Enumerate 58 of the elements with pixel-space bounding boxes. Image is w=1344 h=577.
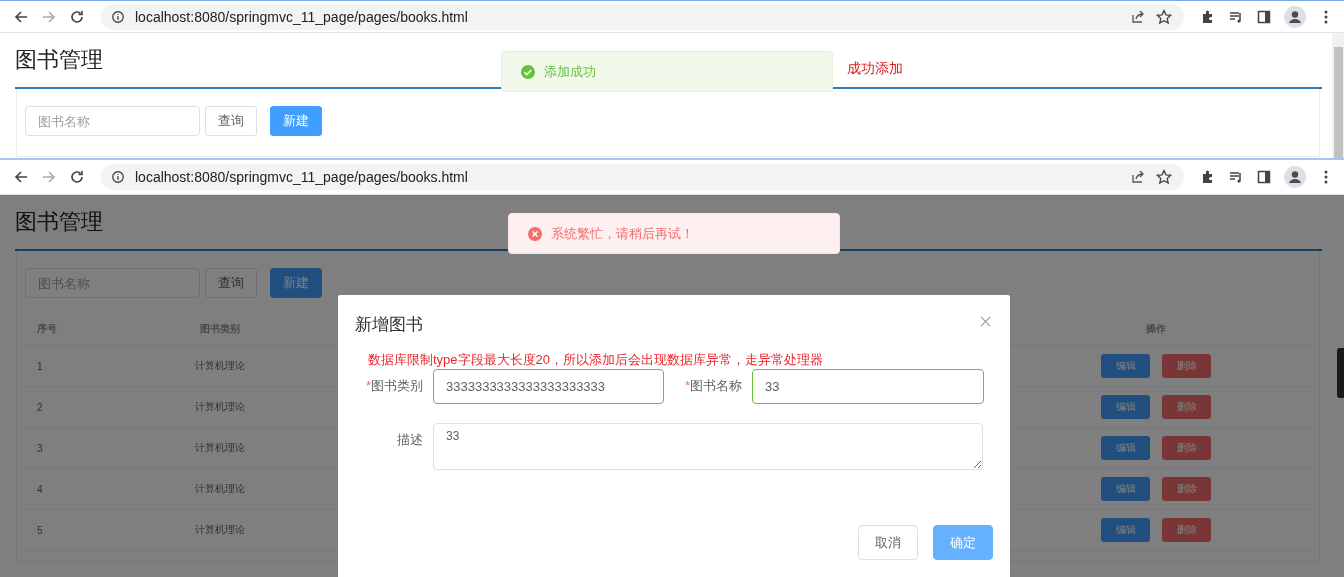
reload-icon[interactable] bbox=[69, 8, 85, 25]
side-panel-icon[interactable] bbox=[1256, 169, 1272, 185]
star-icon[interactable] bbox=[1156, 169, 1172, 185]
message-text: 添加成功 bbox=[544, 62, 596, 81]
check-circle-icon bbox=[520, 63, 536, 80]
message-text: 系统繁忙，请稍后再试！ bbox=[551, 224, 694, 243]
edit-button[interactable]: 编辑 bbox=[1101, 518, 1150, 542]
field-label: 描述 bbox=[396, 431, 424, 449]
table-cell-text: 2 bbox=[36, 401, 44, 413]
edit-button[interactable]: 编辑 bbox=[1101, 395, 1150, 419]
profile-avatar-icon[interactable] bbox=[1284, 5, 1306, 28]
back-icon[interactable] bbox=[13, 8, 29, 25]
media-list-icon[interactable] bbox=[1228, 169, 1244, 185]
note-text: 数据库限制type字段最大长度20，所以添加后会出现数据库异常，走异常处理器 bbox=[367, 351, 825, 369]
search-field[interactable]: 图书名称 bbox=[25, 106, 200, 136]
field-label: *图书名称 bbox=[683, 377, 743, 395]
back-icon[interactable] bbox=[13, 169, 29, 185]
confirm-button[interactable]: 确定 bbox=[933, 525, 993, 560]
address-bar[interactable]: localhost:8080/springmvc_11_page/pages/books.html bbox=[101, 164, 1184, 190]
reload-icon[interactable] bbox=[69, 169, 85, 185]
table-cell-text: 计算机理论 bbox=[194, 523, 246, 537]
url-text: localhost:8080/springmvc_11_page/pages/books.html bbox=[135, 169, 468, 185]
page-title: 图书管理 bbox=[15, 46, 103, 74]
new-button[interactable]: 新建 bbox=[270, 268, 322, 298]
annotation-text: 成功添加 bbox=[847, 60, 903, 78]
address-bar[interactable]: localhost:8080/springmvc_11_page/pages/books.html bbox=[101, 3, 1184, 30]
text-field[interactable]: 3333333333333333333333 bbox=[433, 369, 664, 404]
text-field[interactable]: 33 bbox=[752, 369, 984, 404]
info-icon bbox=[111, 170, 125, 184]
edit-button[interactable]: 编辑 bbox=[1101, 436, 1150, 460]
table-cell-text: 计算机理论 bbox=[194, 441, 246, 455]
new-button[interactable]: 新建 bbox=[270, 106, 322, 136]
table-cell-text: 5 bbox=[36, 524, 44, 536]
query-button[interactable]: 查询 bbox=[205, 268, 257, 298]
close-icon[interactable] bbox=[980, 315, 991, 327]
edit-button[interactable]: 编辑 bbox=[1101, 477, 1150, 501]
edit-button[interactable]: 编辑 bbox=[1101, 354, 1150, 378]
table-cell-text: 计算机理论 bbox=[194, 359, 246, 373]
info-icon bbox=[111, 9, 125, 24]
table-cell-text: 计算机理论 bbox=[194, 482, 246, 496]
description-field[interactable]: 33 bbox=[433, 423, 983, 470]
page-title: 图书管理 bbox=[15, 208, 103, 236]
url-text: localhost:8080/springmvc_11_page/pages/books.html bbox=[135, 8, 468, 25]
scrollbar[interactable] bbox=[1332, 33, 1344, 158]
side-panel-icon[interactable] bbox=[1256, 8, 1272, 25]
table-cell-text: 1 bbox=[36, 360, 44, 372]
query-button[interactable]: 查询 bbox=[205, 106, 257, 136]
share-icon[interactable] bbox=[1130, 8, 1146, 25]
cancel-button[interactable]: 取消 bbox=[858, 525, 918, 560]
error-circle-icon bbox=[527, 225, 543, 242]
field-label: *图书类别 bbox=[364, 377, 424, 395]
star-icon[interactable] bbox=[1156, 8, 1172, 25]
table-cell-text: 3 bbox=[36, 442, 44, 454]
table-cell-text: 4 bbox=[36, 483, 44, 495]
share-icon[interactable] bbox=[1130, 169, 1146, 185]
table-cell-text: 计算机理论 bbox=[194, 400, 246, 414]
dialog-title: 新增图书 bbox=[355, 313, 423, 336]
profile-avatar-icon[interactable] bbox=[1284, 166, 1306, 188]
